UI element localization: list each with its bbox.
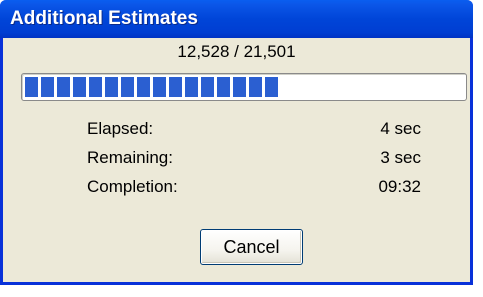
cancel-button[interactable]: Cancel (200, 229, 303, 265)
completion-value: 09:32 (378, 177, 421, 196)
progress-count: 12,528 / 21,501 (177, 42, 296, 61)
remaining-row: Remaining: 3 sec (87, 148, 421, 177)
progress-fill (25, 77, 279, 97)
completion-row: Completion: 09:32 (87, 177, 421, 206)
completion-label: Completion: (87, 177, 178, 196)
title-bar[interactable]: Additional Estimates (0, 0, 473, 38)
stats-panel: Elapsed: 4 sec Remaining: 3 sec Completi… (87, 119, 421, 206)
elapsed-label: Elapsed: (87, 119, 154, 138)
window-title: Additional Estimates (10, 8, 198, 29)
estimates-dialog: Additional Estimates 12,528 / 21,501 Ela… (0, 0, 473, 285)
elapsed-value: 4 sec (380, 119, 421, 138)
progress-bar (21, 73, 467, 101)
remaining-value: 3 sec (380, 148, 421, 167)
elapsed-row: Elapsed: 4 sec (87, 119, 421, 148)
remaining-label: Remaining: (87, 148, 173, 167)
